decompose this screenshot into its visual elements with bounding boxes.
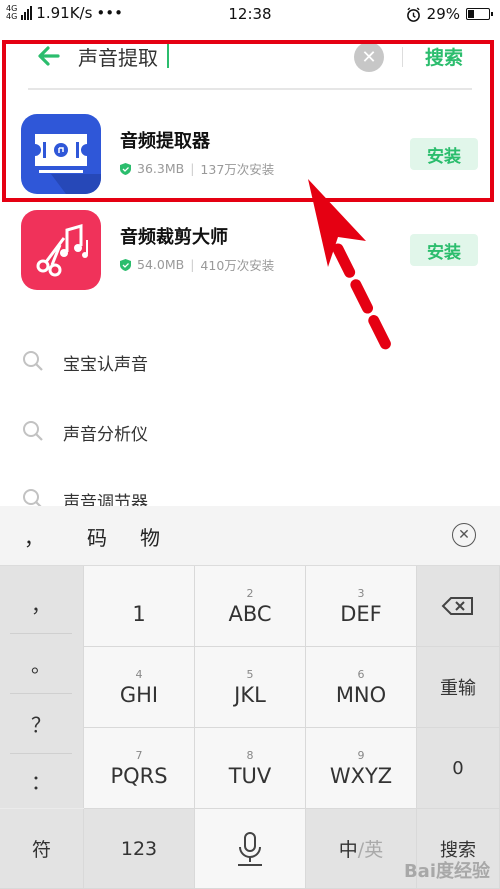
backspace-icon — [441, 597, 473, 615]
key-1[interactable]: 1 — [84, 566, 195, 647]
close-icon[interactable]: ✕ — [452, 523, 476, 547]
suggestion-item[interactable]: 声音分析仪 — [0, 412, 500, 452]
reinput-key[interactable]: 重输 — [417, 647, 500, 728]
alarm-icon — [406, 6, 420, 22]
candidate-comma[interactable]: ， — [24, 522, 44, 551]
backspace-key[interactable] — [417, 566, 500, 647]
microphone-icon — [238, 831, 262, 866]
battery-icon — [466, 8, 493, 20]
symbol-key[interactable]: 符 — [0, 809, 84, 889]
app-name[interactable]: 音频裁剪大师 — [120, 223, 228, 249]
app-installs: 410万次安装 — [200, 258, 275, 273]
app-size: 54.0MB — [137, 257, 185, 272]
meta-separator: | — [190, 257, 195, 272]
key-3[interactable]: 3 DEF — [306, 566, 417, 647]
candidate-item[interactable]: 物 — [140, 522, 160, 551]
key-2[interactable]: 2 ABC — [195, 566, 306, 647]
key-9[interactable]: 9 WXYZ — [306, 728, 417, 809]
key-4[interactable]: 4 GHI — [84, 647, 195, 728]
suggestion-label[interactable]: 声音分析仪 — [63, 420, 148, 445]
install-button[interactable]: 安装 — [410, 234, 478, 266]
key-0[interactable]: 0 — [417, 728, 500, 809]
punct-key[interactable]: 。 — [10, 634, 72, 694]
voice-input-key[interactable] — [195, 809, 306, 889]
status-right: 29% — [406, 5, 493, 23]
punct-key[interactable]: ， — [10, 574, 72, 634]
suggestion-label[interactable]: 宝宝认声音 — [63, 350, 148, 375]
battery-level — [468, 10, 474, 18]
status-bar: 4G 4G 1.91K/s ••• 12:38 29% — [0, 0, 500, 28]
key-5[interactable]: 5 JKL — [195, 647, 306, 728]
key-7[interactable]: 7 PQRS — [84, 728, 195, 809]
language-switch-key[interactable]: 中 /英 — [306, 809, 417, 889]
verified-shield-icon — [120, 258, 131, 271]
number-mode-key[interactable]: 123 — [84, 809, 195, 889]
key-8[interactable]: 8 TUV — [195, 728, 306, 809]
search-icon — [23, 421, 43, 441]
punct-key[interactable]: ？ — [10, 694, 72, 754]
punct-key[interactable]: ： — [10, 750, 72, 810]
watermark: Bai度经验 — [403, 861, 490, 882]
t9-keyboard: ， 码 物 ✕ ， 。 ？ ： 1 2 ABC 3 DEF 4 GHI 5 JK… — [0, 506, 500, 889]
audio-cutter-app-icon[interactable] — [21, 210, 101, 290]
app-result-2[interactable]: 音频裁剪大师 54.0MB | 410万次安装 安装 — [0, 210, 500, 300]
annotation-arrow-icon — [308, 179, 392, 351]
app-meta: 54.0MB | 410万次安装 — [120, 255, 274, 274]
candidate-bar: ， 码 物 ✕ — [0, 506, 500, 566]
search-icon — [23, 351, 43, 371]
battery-percent: 29% — [426, 5, 460, 23]
highlight-box — [2, 40, 494, 202]
suggestion-item[interactable]: 宝宝认声音 — [0, 342, 500, 382]
punctuation-column: ， 。 ？ ： — [0, 566, 84, 808]
candidate-item[interactable]: 码 — [87, 522, 107, 551]
key-6[interactable]: 6 MNO — [306, 647, 417, 728]
